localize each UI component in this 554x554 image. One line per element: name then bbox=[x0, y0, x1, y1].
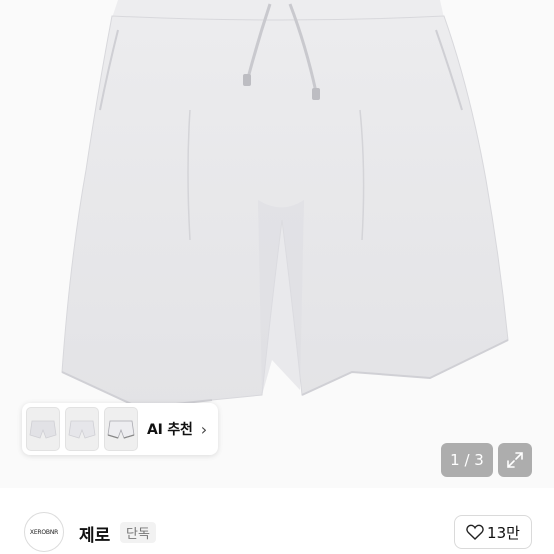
heart-icon bbox=[466, 524, 484, 540]
image-counter: 1 / 3 bbox=[441, 443, 493, 477]
recommend-thumbnail[interactable] bbox=[26, 407, 60, 451]
exclusive-badge: 단독 bbox=[120, 522, 156, 543]
recommend-thumbnail[interactable] bbox=[65, 407, 99, 451]
ai-recommend-label: AI 추천 bbox=[147, 422, 193, 438]
store-name[interactable]: 제로 bbox=[79, 521, 110, 546]
like-button[interactable]: 13만 bbox=[454, 515, 532, 549]
store-info: XEROBNR 제로 단독 13만 bbox=[0, 500, 554, 554]
store-logo[interactable]: XEROBNR bbox=[24, 512, 64, 552]
expand-button[interactable] bbox=[498, 443, 532, 477]
like-count: 13만 bbox=[487, 523, 520, 542]
chevron-right-icon: › bbox=[200, 419, 208, 439]
expand-icon bbox=[507, 452, 523, 468]
ai-recommend-bar[interactable]: AI 추천 › bbox=[22, 403, 218, 455]
recommend-thumbnail[interactable] bbox=[104, 407, 138, 451]
